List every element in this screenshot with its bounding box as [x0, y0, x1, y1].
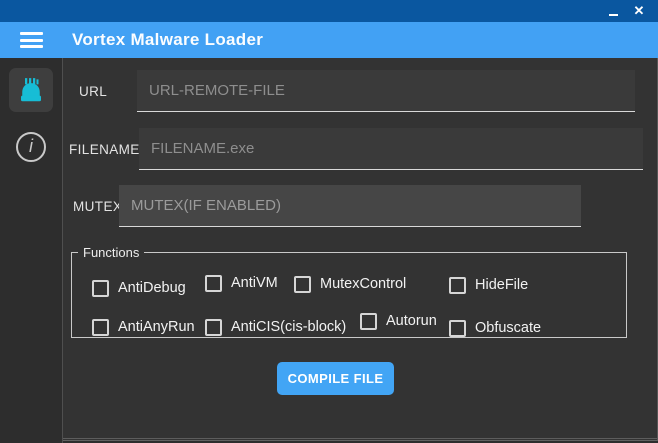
info-icon: i	[16, 132, 46, 162]
minimize-button[interactable]	[600, 0, 626, 22]
hamburger-icon	[20, 45, 43, 48]
checkbox[interactable]	[205, 318, 222, 336]
title-bar: ✕	[0, 0, 658, 22]
close-button[interactable]: ✕	[626, 0, 652, 22]
info-icon-glyph: i	[29, 136, 33, 156]
checkbox[interactable]	[92, 279, 109, 297]
sidebar-item-builder[interactable]	[9, 68, 53, 112]
panel-bottom-border	[63, 438, 657, 439]
functions-legend: Functions	[83, 245, 140, 260]
checkbox[interactable]	[360, 312, 377, 330]
main-panel: URL FILENAME MUTEX Functions AntiDebug A…	[63, 58, 658, 441]
app-title: Vortex Malware Loader	[72, 30, 264, 49]
functions-fieldset: Functions AntiDebug AntiVM MutexControl …	[71, 245, 627, 338]
compile-button[interactable]: COMPILE FILE	[277, 362, 394, 395]
checkbox-option-antivm[interactable]: AntiVM	[205, 273, 278, 293]
checkbox-label: Autorun	[386, 313, 437, 329]
minimize-icon	[608, 13, 618, 16]
checkbox-label: AntiCIS(cis-block)	[231, 319, 347, 335]
checkbox-label: AntiDebug	[118, 280, 186, 296]
cake-icon	[21, 78, 41, 102]
filename-label: FILENAME	[69, 142, 140, 157]
checkbox[interactable]	[449, 276, 466, 294]
checkbox-option-mutexcontrol[interactable]: MutexControl	[294, 274, 406, 294]
url-label: URL	[79, 84, 108, 99]
url-input[interactable]	[137, 70, 635, 112]
checkbox[interactable]	[92, 318, 109, 336]
checkbox-option-hidefile[interactable]: HideFile	[449, 275, 528, 295]
checkbox-label: Obfuscate	[475, 320, 542, 336]
filename-input[interactable]	[139, 128, 643, 170]
sidebar: i	[0, 58, 63, 443]
checkbox[interactable]	[449, 319, 466, 337]
hamburger-icon	[20, 32, 43, 35]
mutex-input[interactable]	[119, 185, 581, 227]
menu-button[interactable]	[20, 32, 43, 48]
mutex-label: MUTEX	[73, 199, 123, 214]
checkbox[interactable]	[205, 274, 222, 292]
checkbox[interactable]	[294, 275, 311, 293]
window-body: i URL FILENAME MUTEX Functions AntiDebug	[0, 58, 658, 443]
sidebar-item-info[interactable]: i	[14, 130, 48, 164]
checkbox-option-anticis[interactable]: AntiCIS(cis-block)	[205, 317, 346, 337]
checkbox-option-antianyrun[interactable]: AntiAnyRun	[92, 317, 195, 337]
checkbox-option-autorun[interactable]: Autorun	[360, 311, 437, 331]
app-window: ✕ Vortex Malware Loader i URL URL-REMOTE…	[0, 0, 658, 443]
checkbox-label: MutexControl	[320, 276, 407, 292]
checkbox-option-antidebug[interactable]: AntiDebug	[92, 278, 186, 298]
hamburger-icon	[20, 38, 43, 42]
checkbox-label: HideFile	[475, 277, 529, 293]
close-icon: ✕	[633, 3, 645, 18]
app-header: Vortex Malware Loader	[0, 22, 658, 58]
checkbox-label: AntiAnyRun	[118, 319, 195, 335]
checkbox-option-obfuscate[interactable]: Obfuscate	[449, 318, 541, 338]
checkbox-label: AntiVM	[231, 275, 278, 291]
